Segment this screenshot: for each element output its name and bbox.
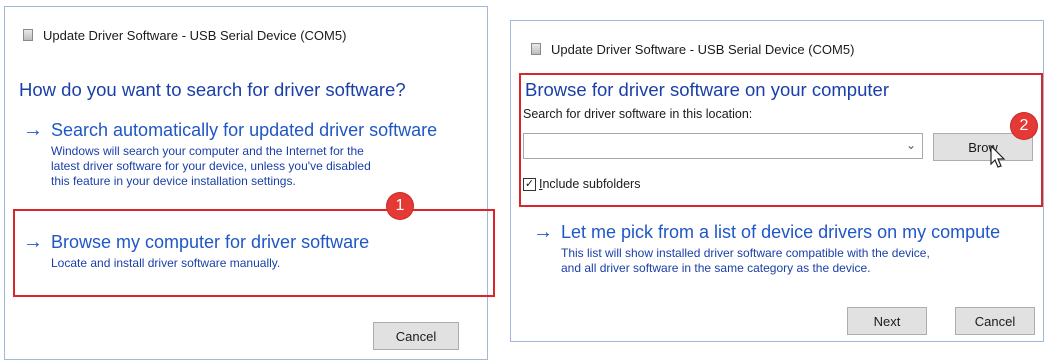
option-description-line: and all driver software in the same cate…	[561, 261, 871, 275]
option-title[interactable]: Let me pick from a list of device driver…	[561, 221, 1000, 243]
title-bar: Update Driver Software - USB Serial Devi…	[5, 23, 487, 47]
include-subfolders-checkbox[interactable]: ✓	[523, 177, 536, 191]
path-input[interactable]	[524, 134, 894, 158]
arrow-right-icon: →	[23, 119, 43, 141]
device-manager-icon	[23, 29, 33, 41]
option-description-line: this feature in your device installation…	[51, 174, 296, 188]
browse-computer-option[interactable]: → Browse my computer for driver software…	[23, 231, 473, 271]
title-bar: Update Driver Software - USB Serial Devi…	[511, 37, 1043, 61]
search-location-label: Search for driver software in this locat…	[523, 107, 753, 121]
step-badge: 1	[387, 193, 413, 219]
update-driver-dialog-step1: Update Driver Software - USB Serial Devi…	[4, 6, 495, 360]
option-title[interactable]: Search automatically for updated driver …	[51, 119, 437, 141]
pick-from-list-option[interactable]: → Let me pick from a list of device driv…	[533, 221, 1043, 276]
include-subfolders-checkbox-row[interactable]: ✓ Include subfolders	[523, 177, 640, 191]
step-badge: 2	[1011, 113, 1037, 139]
option-description-line: This list will show installed driver sof…	[561, 246, 930, 260]
update-driver-dialog-step2: Update Driver Software - USB Serial Devi…	[510, 20, 1044, 342]
include-subfolders-label[interactable]: Include subfolders	[539, 177, 640, 191]
page-heading: Browse for driver software on your compu…	[525, 79, 889, 100]
next-button[interactable]: Next	[847, 307, 927, 335]
option-description: Locate and install driver software manua…	[51, 256, 281, 270]
option-description-line: latest driver software for your device, …	[51, 159, 371, 173]
window-title: Update Driver Software - USB Serial Devi…	[551, 41, 855, 57]
page-heading: How do you want to search for driver sof…	[19, 79, 406, 100]
search-automatically-option[interactable]: → Search automatically for updated drive…	[23, 119, 483, 189]
path-combobox[interactable]: ⌄	[523, 133, 923, 159]
cancel-button[interactable]: Cancel	[955, 307, 1035, 335]
cancel-button[interactable]: Cancel	[373, 322, 459, 350]
option-description: Windows will search your computer and th…	[51, 144, 483, 189]
chevron-down-icon[interactable]: ⌄	[906, 138, 916, 152]
option-title[interactable]: Browse my computer for driver software	[51, 231, 369, 253]
option-description: This list will show installed driver sof…	[561, 246, 1043, 276]
option-description-line: Windows will search your computer and th…	[51, 144, 364, 158]
window-title: Update Driver Software - USB Serial Devi…	[43, 27, 347, 43]
arrow-right-icon: →	[533, 221, 553, 243]
device-manager-icon	[531, 43, 541, 55]
mouse-pointer-icon	[990, 145, 1006, 168]
arrow-right-icon: →	[23, 231, 43, 253]
